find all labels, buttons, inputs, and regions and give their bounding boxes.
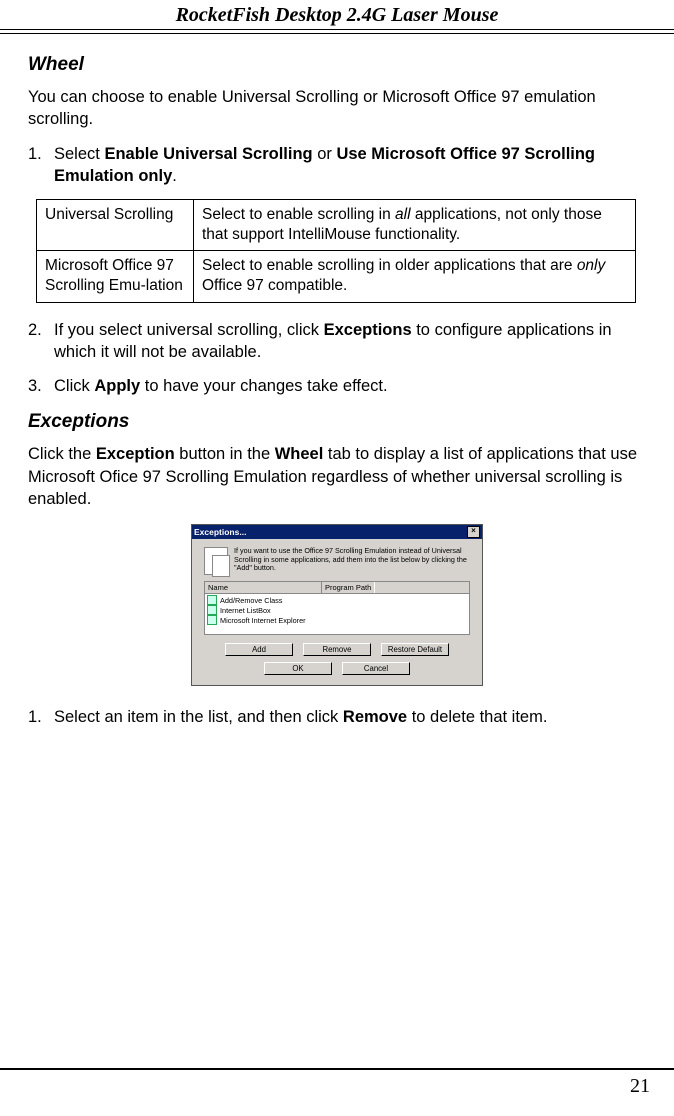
wheel-step-2: 2. If you select universal scrolling, cl…: [28, 319, 646, 364]
list-box[interactable]: Add/Remove Class Internet ListBox Micros…: [204, 594, 470, 635]
documents-icon: [204, 547, 228, 575]
add-button[interactable]: Add: [225, 643, 293, 656]
step-number: 1.: [28, 143, 54, 188]
dialog-hint-text: If you want to use the Office 97 Scrolli…: [234, 547, 470, 575]
footer-rule: [0, 1068, 674, 1070]
text: Select to enable scrolling in: [202, 206, 395, 223]
app-icon: [207, 615, 217, 625]
col-name[interactable]: Name: [205, 582, 322, 593]
step-body: Select Enable Universal Scrolling or Use…: [54, 143, 646, 188]
exceptions-intro: Click the Exception button in the Wheel …: [28, 443, 646, 510]
dialog-titlebar: Exceptions... ×: [192, 525, 482, 539]
italic-text: only: [577, 257, 605, 274]
cell-option-name: Universal Scrolling: [37, 200, 194, 251]
text: Select to enable scrolling in older appl…: [202, 257, 577, 274]
text: Select: [54, 145, 104, 163]
wheel-step-1: 1. Select Enable Universal Scrolling or …: [28, 143, 646, 188]
ok-button[interactable]: OK: [264, 662, 332, 675]
bold-exceptions: Exceptions: [324, 321, 412, 339]
exceptions-dialog-screenshot: Exceptions... × If you want to use the O…: [28, 524, 646, 686]
wheel-step-3: 3. Click Apply to have your changes take…: [28, 375, 646, 397]
table-row: Microsoft Office 97 Scrolling Emu-lation…: [37, 251, 636, 302]
step-body: Select an item in the list, and then cli…: [54, 706, 646, 728]
cancel-button[interactable]: Cancel: [342, 662, 410, 675]
table-row: Universal Scrolling Select to enable scr…: [37, 200, 636, 251]
text: button in the: [175, 445, 275, 463]
step-number: 1.: [28, 706, 54, 728]
exceptions-heading: Exceptions: [28, 411, 646, 433]
text: If you select universal scrolling, click: [54, 321, 324, 339]
list-item-label: Add/Remove Class: [220, 596, 282, 605]
text: to delete that item.: [407, 708, 547, 726]
text: or: [313, 145, 337, 163]
app-icon: [207, 605, 217, 615]
cell-option-name: Microsoft Office 97 Scrolling Emu-lation: [37, 251, 194, 302]
list-header: Name Program Path: [204, 581, 470, 594]
page-number: 21: [630, 1075, 650, 1098]
scrolling-options-table: Universal Scrolling Select to enable scr…: [36, 199, 636, 303]
dialog-hint: If you want to use the Office 97 Scrolli…: [204, 547, 470, 575]
remove-button[interactable]: Remove: [303, 643, 371, 656]
text: .: [172, 167, 177, 185]
text: Office 97 compatible.: [202, 277, 347, 294]
list-item[interactable]: Microsoft Internet Explorer: [206, 615, 468, 625]
step-number: 3.: [28, 375, 54, 397]
exceptions-step-1: 1. Select an item in the list, and then …: [28, 706, 646, 728]
dialog-window: Exceptions... × If you want to use the O…: [191, 524, 483, 686]
cell-option-desc: Select to enable scrolling in older appl…: [194, 251, 636, 302]
wheel-intro: You can choose to enable Universal Scrol…: [28, 86, 646, 131]
text: Select an item in the list, and then cli…: [54, 708, 343, 726]
bold-option-1: Enable Universal Scrolling: [104, 145, 312, 163]
app-icon: [207, 595, 217, 605]
text: Click: [54, 377, 94, 395]
page-header-title: RocketFish Desktop 2.4G Laser Mouse: [28, 0, 646, 29]
list-item[interactable]: Add/Remove Class: [206, 595, 468, 605]
step-number: 2.: [28, 319, 54, 364]
dialog-title: Exceptions...: [194, 527, 246, 537]
text: Click the: [28, 445, 96, 463]
header-rule: [0, 29, 674, 34]
list-item[interactable]: Internet ListBox: [206, 605, 468, 615]
list-item-label: Internet ListBox: [220, 606, 271, 615]
close-icon[interactable]: ×: [467, 526, 480, 538]
col-path[interactable]: Program Path: [322, 582, 375, 593]
wheel-heading: Wheel: [28, 54, 646, 76]
bold-apply: Apply: [94, 377, 140, 395]
italic-text: all: [395, 206, 411, 223]
cell-option-desc: Select to enable scrolling in all applic…: [194, 200, 636, 251]
bold-remove: Remove: [343, 708, 407, 726]
bold-exception: Exception: [96, 445, 175, 463]
bold-wheel: Wheel: [275, 445, 324, 463]
step-body: Click Apply to have your changes take ef…: [54, 375, 646, 397]
restore-default-button[interactable]: Restore Default: [381, 643, 449, 656]
list-item-label: Microsoft Internet Explorer: [220, 616, 306, 625]
step-body: If you select universal scrolling, click…: [54, 319, 646, 364]
text: to have your changes take effect.: [140, 377, 387, 395]
